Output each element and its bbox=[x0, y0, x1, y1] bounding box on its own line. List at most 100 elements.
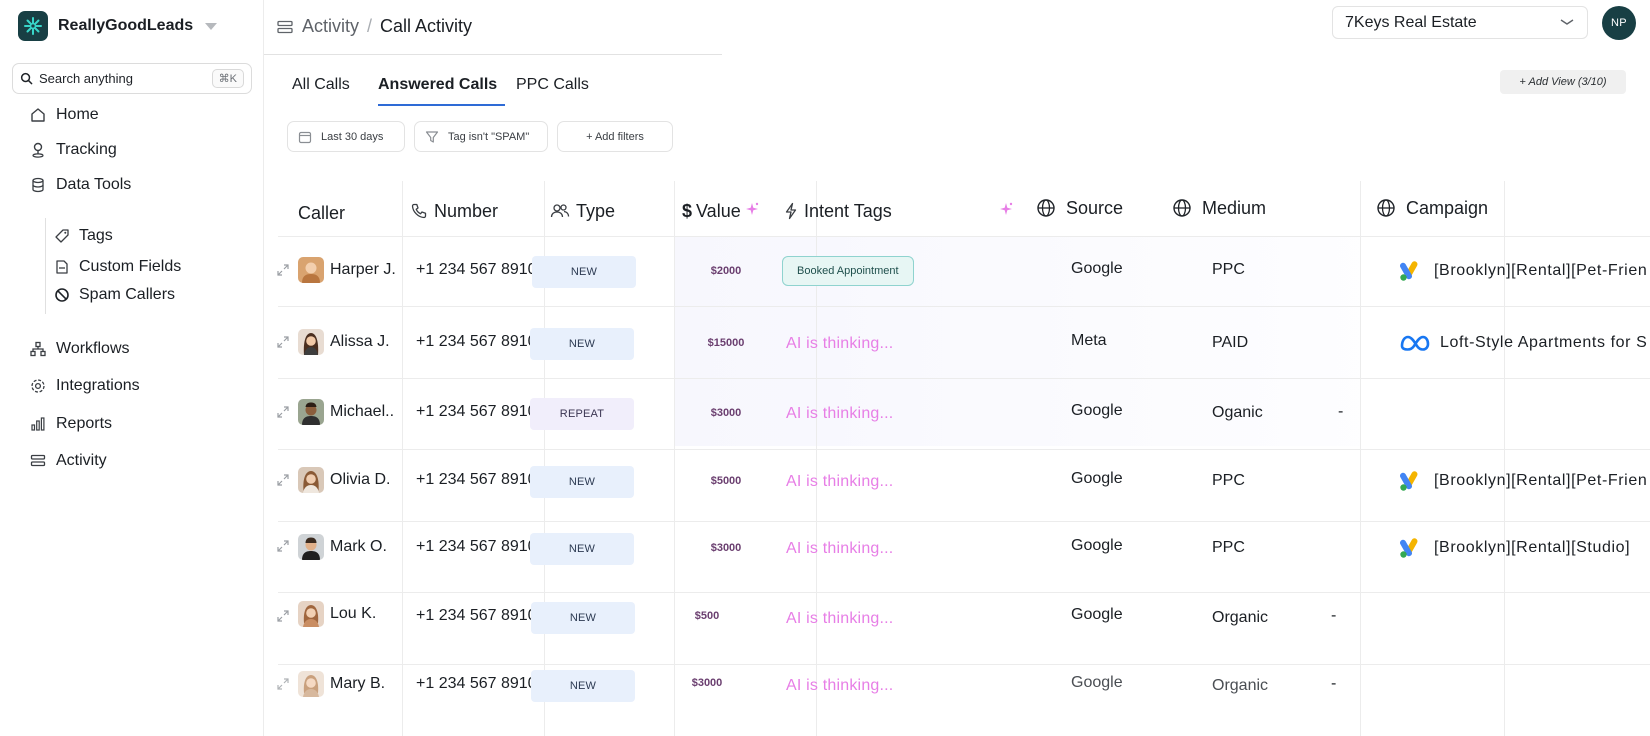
column-header-type[interactable]: Type bbox=[550, 198, 615, 224]
type-badge: REPEAT bbox=[530, 398, 634, 430]
caller-cell[interactable]: Olivia D. bbox=[298, 467, 390, 493]
caller-name: Michael.. bbox=[330, 403, 395, 420]
caller-cell[interactable]: Mark O. bbox=[298, 534, 387, 560]
sidebar-item-label: Data Tools bbox=[56, 176, 132, 193]
value-cell: $2000 bbox=[710, 265, 742, 277]
workspace-switcher[interactable]: ReallyGoodLeads bbox=[18, 11, 218, 41]
sparkle-icon[interactable] bbox=[998, 201, 1014, 222]
column-header-campaign[interactable]: Campaign bbox=[1376, 195, 1488, 221]
users-icon bbox=[550, 202, 570, 220]
globe-icon bbox=[1376, 198, 1396, 218]
number-cell: +1 234 567 8910 bbox=[416, 333, 537, 350]
campaign-cell: - bbox=[1331, 607, 1337, 624]
sidebar-item-label: Workflows bbox=[56, 340, 130, 357]
caller-cell[interactable]: Alissa J. bbox=[298, 329, 390, 355]
source-cell: Meta bbox=[1071, 332, 1107, 349]
sidebar-item-tracking[interactable]: Tracking bbox=[28, 137, 117, 163]
medium-cell: PPC bbox=[1212, 261, 1245, 278]
column-header-label: Intent Tags bbox=[804, 200, 892, 221]
campaign-cell[interactable]: [Brooklyn][Rental][Studio] bbox=[1398, 537, 1650, 559]
breadcrumb-separator: / bbox=[367, 16, 373, 36]
sidebar-item-label: Reports bbox=[56, 415, 113, 432]
medium-cell: PAID bbox=[1212, 334, 1249, 351]
search-icon bbox=[20, 72, 33, 85]
sidebar-item-tags[interactable]: Tags bbox=[53, 224, 113, 248]
column-header-value[interactable]: $ Value bbox=[682, 198, 741, 224]
sidebar-item-integrations[interactable]: Integrations bbox=[28, 373, 140, 399]
tab-answered-calls[interactable]: Answered Calls bbox=[378, 76, 505, 106]
expand-icon[interactable] bbox=[276, 473, 290, 487]
tag-filter-label: Tag isn't "SPAM" bbox=[448, 130, 530, 143]
type-badge: NEW bbox=[531, 670, 635, 702]
expand-icon[interactable] bbox=[276, 335, 290, 349]
number-cell: +1 234 567 8910 bbox=[416, 471, 537, 488]
globe-icon bbox=[1036, 198, 1056, 218]
sidebar-item-spam-callers[interactable]: Spam Callers bbox=[53, 283, 175, 307]
sidebar-item-activity[interactable]: Activity bbox=[28, 448, 107, 474]
type-badge: NEW bbox=[530, 328, 634, 360]
campaign-cell[interactable]: [Brooklyn][Rental][Pet-Frien bbox=[1398, 260, 1650, 282]
sidebar-item-home[interactable]: Home bbox=[28, 102, 99, 128]
expand-icon[interactable] bbox=[276, 539, 290, 553]
google-ads-icon bbox=[1398, 260, 1424, 282]
caller-cell[interactable]: Mary B. bbox=[298, 671, 385, 697]
date-filter[interactable]: Last 30 days bbox=[287, 121, 405, 152]
caller-cell[interactable]: Lou K. bbox=[298, 601, 376, 627]
home-icon bbox=[28, 105, 48, 125]
column-header-source[interactable]: Source bbox=[1036, 195, 1123, 221]
column-header-medium[interactable]: Medium bbox=[1172, 195, 1266, 221]
intent-loading-text: AI is thinking... bbox=[786, 335, 894, 352]
intent-loading-text: AI is thinking... bbox=[786, 540, 894, 557]
add-view-button[interactable]: + Add View (3/10) bbox=[1500, 70, 1626, 94]
sidebar-item-workflows[interactable]: Workflows bbox=[28, 336, 130, 362]
date-filter-label: Last 30 days bbox=[321, 130, 384, 143]
sidebar-item-reports[interactable]: Reports bbox=[28, 411, 112, 437]
add-filters-button[interactable]: + Add filters bbox=[557, 121, 673, 152]
intent-tag-booked[interactable]: Booked Appointment bbox=[782, 256, 914, 286]
sparkle-icon[interactable] bbox=[744, 201, 760, 222]
value-cell: $3000 bbox=[691, 677, 723, 689]
caller-cell[interactable]: Michael.. bbox=[298, 399, 394, 425]
column-header-intent-tags[interactable]: Intent Tags bbox=[784, 198, 892, 224]
campaign-cell[interactable]: Loft-Style Apartments for S bbox=[1400, 332, 1650, 354]
campaign-cell[interactable]: [Brooklyn][Rental][Pet-Frien bbox=[1398, 470, 1650, 492]
column-header-label: Source bbox=[1066, 197, 1124, 218]
expand-icon[interactable] bbox=[276, 263, 290, 277]
caller-name: Alissa J. bbox=[330, 333, 390, 350]
gear-icon bbox=[28, 376, 48, 396]
search-shortcut: ⌘K bbox=[211, 69, 244, 88]
avatar bbox=[298, 399, 324, 425]
sidebar-item-data-tools[interactable]: Data Tools bbox=[28, 172, 131, 198]
avatar bbox=[298, 257, 324, 283]
user-avatar[interactable]: NP bbox=[1602, 6, 1636, 40]
database-icon bbox=[28, 175, 48, 195]
number-cell: +1 234 567 8910 bbox=[416, 607, 537, 624]
row-divider bbox=[278, 592, 1650, 593]
tab-ppc-calls[interactable]: PPC Calls bbox=[516, 76, 589, 106]
source-cell: Google bbox=[1071, 402, 1123, 419]
tag-filter[interactable]: Tag isn't "SPAM" bbox=[414, 121, 548, 152]
tag-icon bbox=[53, 227, 71, 245]
column-header-number[interactable]: Number bbox=[410, 198, 498, 224]
sidebar-item-label: Activity bbox=[56, 452, 107, 469]
column-header-caller[interactable]: Caller bbox=[298, 200, 345, 226]
breadcrumb-parent[interactable]: Activity bbox=[302, 16, 359, 37]
phone-icon bbox=[410, 202, 428, 220]
caller-name: Mary B. bbox=[330, 675, 386, 692]
list-icon bbox=[28, 451, 48, 471]
tab-all-calls[interactable]: All Calls bbox=[292, 76, 350, 106]
medium-cell: PPC bbox=[1212, 472, 1245, 489]
expand-icon[interactable] bbox=[276, 677, 290, 691]
workspace-select[interactable]: 7Keys Real Estate bbox=[1332, 6, 1588, 39]
value-cell: $5000 bbox=[710, 475, 742, 487]
type-badge: NEW bbox=[531, 602, 635, 634]
expand-icon[interactable] bbox=[276, 609, 290, 623]
list-icon bbox=[276, 18, 294, 36]
search-input[interactable]: Search anything ⌘K bbox=[12, 63, 252, 94]
intent-loading-text: AI is thinking... bbox=[786, 610, 894, 627]
google-ads-icon bbox=[1398, 470, 1424, 492]
workspace-name: 7Keys Real Estate bbox=[1345, 13, 1477, 31]
caller-cell[interactable]: Harper J. bbox=[298, 257, 396, 283]
sidebar-item-custom-fields[interactable]: Custom Fields bbox=[53, 255, 181, 279]
expand-icon[interactable] bbox=[276, 405, 290, 419]
